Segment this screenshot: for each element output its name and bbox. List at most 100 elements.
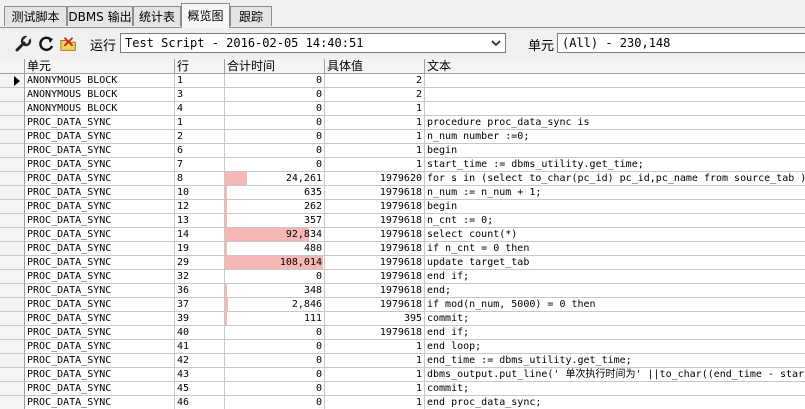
chevron-down-icon[interactable] — [488, 35, 504, 51]
cell-line[interactable]: 45 — [175, 382, 225, 396]
cell-unit[interactable]: PROC_DATA_SYNC — [25, 368, 175, 382]
cell-line[interactable]: 10 — [175, 186, 225, 200]
row-indicator[interactable] — [0, 144, 25, 158]
cell-total-time[interactable]: 262 — [225, 200, 325, 214]
row-indicator[interactable] — [0, 270, 25, 284]
cell-unit[interactable]: PROC_DATA_SYNC — [25, 298, 175, 312]
cell-text[interactable]: dbms_output.put_line(' 单次执行时间为' ||to_cha… — [425, 368, 805, 382]
cell-line[interactable]: 40 — [175, 326, 225, 340]
cell-total-time[interactable]: 0 — [225, 88, 325, 102]
cell-text[interactable]: end loop; — [425, 340, 805, 354]
table-row[interactable]: PROC_DATA_SYNC 6 0 1 begin — [0, 144, 805, 158]
table-row[interactable]: PROC_DATA_SYNC 45 0 1 commit; — [0, 382, 805, 396]
cell-unit[interactable]: PROC_DATA_SYNC — [25, 158, 175, 172]
cell-occurrences[interactable]: 1 — [325, 116, 425, 130]
row-indicator[interactable] — [0, 158, 25, 172]
row-indicator[interactable] — [0, 186, 25, 200]
wrench-icon[interactable] — [14, 35, 32, 53]
row-indicator[interactable] — [0, 396, 25, 409]
row-indicator[interactable] — [0, 326, 25, 340]
table-row[interactable]: PROC_DATA_SYNC 39 111 395 commit; — [0, 312, 805, 326]
refresh-icon[interactable] — [38, 35, 56, 53]
cell-occurrences[interactable]: 1979618 — [325, 200, 425, 214]
table-row[interactable]: PROC_DATA_SYNC 19 480 1979618 if n_cnt = 0 t… — [0, 242, 805, 256]
cell-unit[interactable]: PROC_DATA_SYNC — [25, 312, 175, 326]
header-total-time[interactable]: 合计时间 — [225, 59, 325, 73]
cell-occurrences[interactable]: 1979618 — [325, 242, 425, 256]
cell-occurrences[interactable]: 1 — [325, 102, 425, 116]
cell-total-time[interactable]: 0 — [225, 354, 325, 368]
cell-text[interactable]: end_time := dbms_utility.get_time; — [425, 354, 805, 368]
cell-occurrences[interactable]: 1 — [325, 382, 425, 396]
cell-select[interactable]: (All) - 230,148 — [557, 33, 805, 53]
cell-unit[interactable]: PROC_DATA_SYNC — [25, 396, 175, 409]
cell-unit[interactable]: ANONYMOUS BLOCK — [25, 88, 175, 102]
row-indicator[interactable] — [0, 312, 25, 326]
cell-occurrences[interactable]: 1 — [325, 158, 425, 172]
tab-test-script[interactable]: 测试脚本 — [4, 6, 67, 26]
cell-occurrences[interactable]: 1 — [325, 396, 425, 409]
row-indicator[interactable] — [0, 340, 25, 354]
cell-text[interactable] — [425, 102, 805, 116]
table-row[interactable]: PROC_DATA_SYNC 40 0 1979618 end if; — [0, 326, 805, 340]
table-row[interactable]: PROC_DATA_SYNC 1 0 1 procedure proc_data_syn… — [0, 116, 805, 130]
cell-unit[interactable]: PROC_DATA_SYNC — [25, 144, 175, 158]
cell-line[interactable]: 1 — [175, 116, 225, 130]
table-row[interactable]: PROC_DATA_SYNC 32 0 1979618 end if; — [0, 270, 805, 284]
table-row[interactable]: PROC_DATA_SYNC 43 0 1 dbms_output.put_line('… — [0, 368, 805, 382]
tab-statistics[interactable]: 统计表 — [133, 6, 181, 26]
cell-total-time[interactable]: 0 — [225, 326, 325, 340]
cell-line[interactable]: 12 — [175, 200, 225, 214]
cell-occurrences[interactable]: 1979618 — [325, 284, 425, 298]
cell-line[interactable]: 14 — [175, 228, 225, 242]
cell-total-time[interactable]: 0 — [225, 158, 325, 172]
row-indicator[interactable] — [0, 298, 25, 312]
cell-unit[interactable]: PROC_DATA_SYNC — [25, 228, 175, 242]
cell-total-time[interactable]: 0 — [225, 368, 325, 382]
cell-total-time[interactable]: 24,261 — [225, 172, 325, 186]
row-indicator[interactable] — [0, 242, 25, 256]
table-row[interactable]: ANONYMOUS BLOCK 3 0 2 — [0, 88, 805, 102]
cell-line[interactable]: 19 — [175, 242, 225, 256]
table-row[interactable]: PROC_DATA_SYNC 12 262 1979618 begin — [0, 200, 805, 214]
header-text[interactable]: 文本 — [425, 59, 805, 73]
cell-line[interactable]: 37 — [175, 298, 225, 312]
cell-unit[interactable]: PROC_DATA_SYNC — [25, 354, 175, 368]
cell-line[interactable]: 3 — [175, 88, 225, 102]
tab-trace[interactable]: 跟踪 — [230, 6, 272, 26]
cell-text[interactable]: select count(*) — [425, 228, 805, 242]
cell-total-time[interactable]: 635 — [225, 186, 325, 200]
cell-unit[interactable]: PROC_DATA_SYNC — [25, 186, 175, 200]
row-indicator[interactable] — [0, 200, 25, 214]
cell-text[interactable]: begin — [425, 144, 805, 158]
row-indicator[interactable] — [0, 214, 25, 228]
cell-line[interactable]: 8 — [175, 172, 225, 186]
table-row[interactable]: PROC_DATA_SYNC 41 0 1 end loop; — [0, 340, 805, 354]
cell-total-time[interactable]: 0 — [225, 396, 325, 409]
cell-total-time[interactable]: 0 — [225, 340, 325, 354]
cell-occurrences[interactable]: 1 — [325, 354, 425, 368]
cell-text[interactable]: end if; — [425, 326, 805, 340]
cell-occurrences[interactable]: 395 — [325, 312, 425, 326]
cell-total-time[interactable]: 0 — [225, 144, 325, 158]
cell-text[interactable]: commit; — [425, 312, 805, 326]
cell-unit[interactable]: PROC_DATA_SYNC — [25, 284, 175, 298]
cell-unit[interactable]: PROC_DATA_SYNC — [25, 326, 175, 340]
cell-total-time[interactable]: 108,014 — [225, 256, 325, 270]
header-unit[interactable]: 单元 — [25, 59, 175, 73]
tab-profiler[interactable]: 概览图 — [181, 3, 230, 28]
table-row[interactable]: PROC_DATA_SYNC 2 0 1 n_num number :=0; — [0, 130, 805, 144]
cell-total-time[interactable]: 0 — [225, 74, 325, 88]
cell-occurrences[interactable]: 1979620 — [325, 172, 425, 186]
cell-occurrences[interactable]: 1 — [325, 130, 425, 144]
cell-total-time[interactable]: 111 — [225, 312, 325, 326]
cell-text[interactable]: for s in (select to_char(pc_id) pc_id,pc… — [425, 172, 805, 186]
header-occurrences[interactable]: 具体值 — [325, 59, 425, 73]
cell-total-time[interactable]: 0 — [225, 102, 325, 116]
cell-total-time[interactable]: 0 — [225, 116, 325, 130]
cell-occurrences[interactable]: 2 — [325, 88, 425, 102]
table-row[interactable]: ANONYMOUS BLOCK 4 0 1 — [0, 102, 805, 116]
cell-line[interactable]: 39 — [175, 312, 225, 326]
cell-occurrences[interactable]: 1979618 — [325, 270, 425, 284]
table-row[interactable]: PROC_DATA_SYNC 42 0 1 end_time := dbms_utili… — [0, 354, 805, 368]
